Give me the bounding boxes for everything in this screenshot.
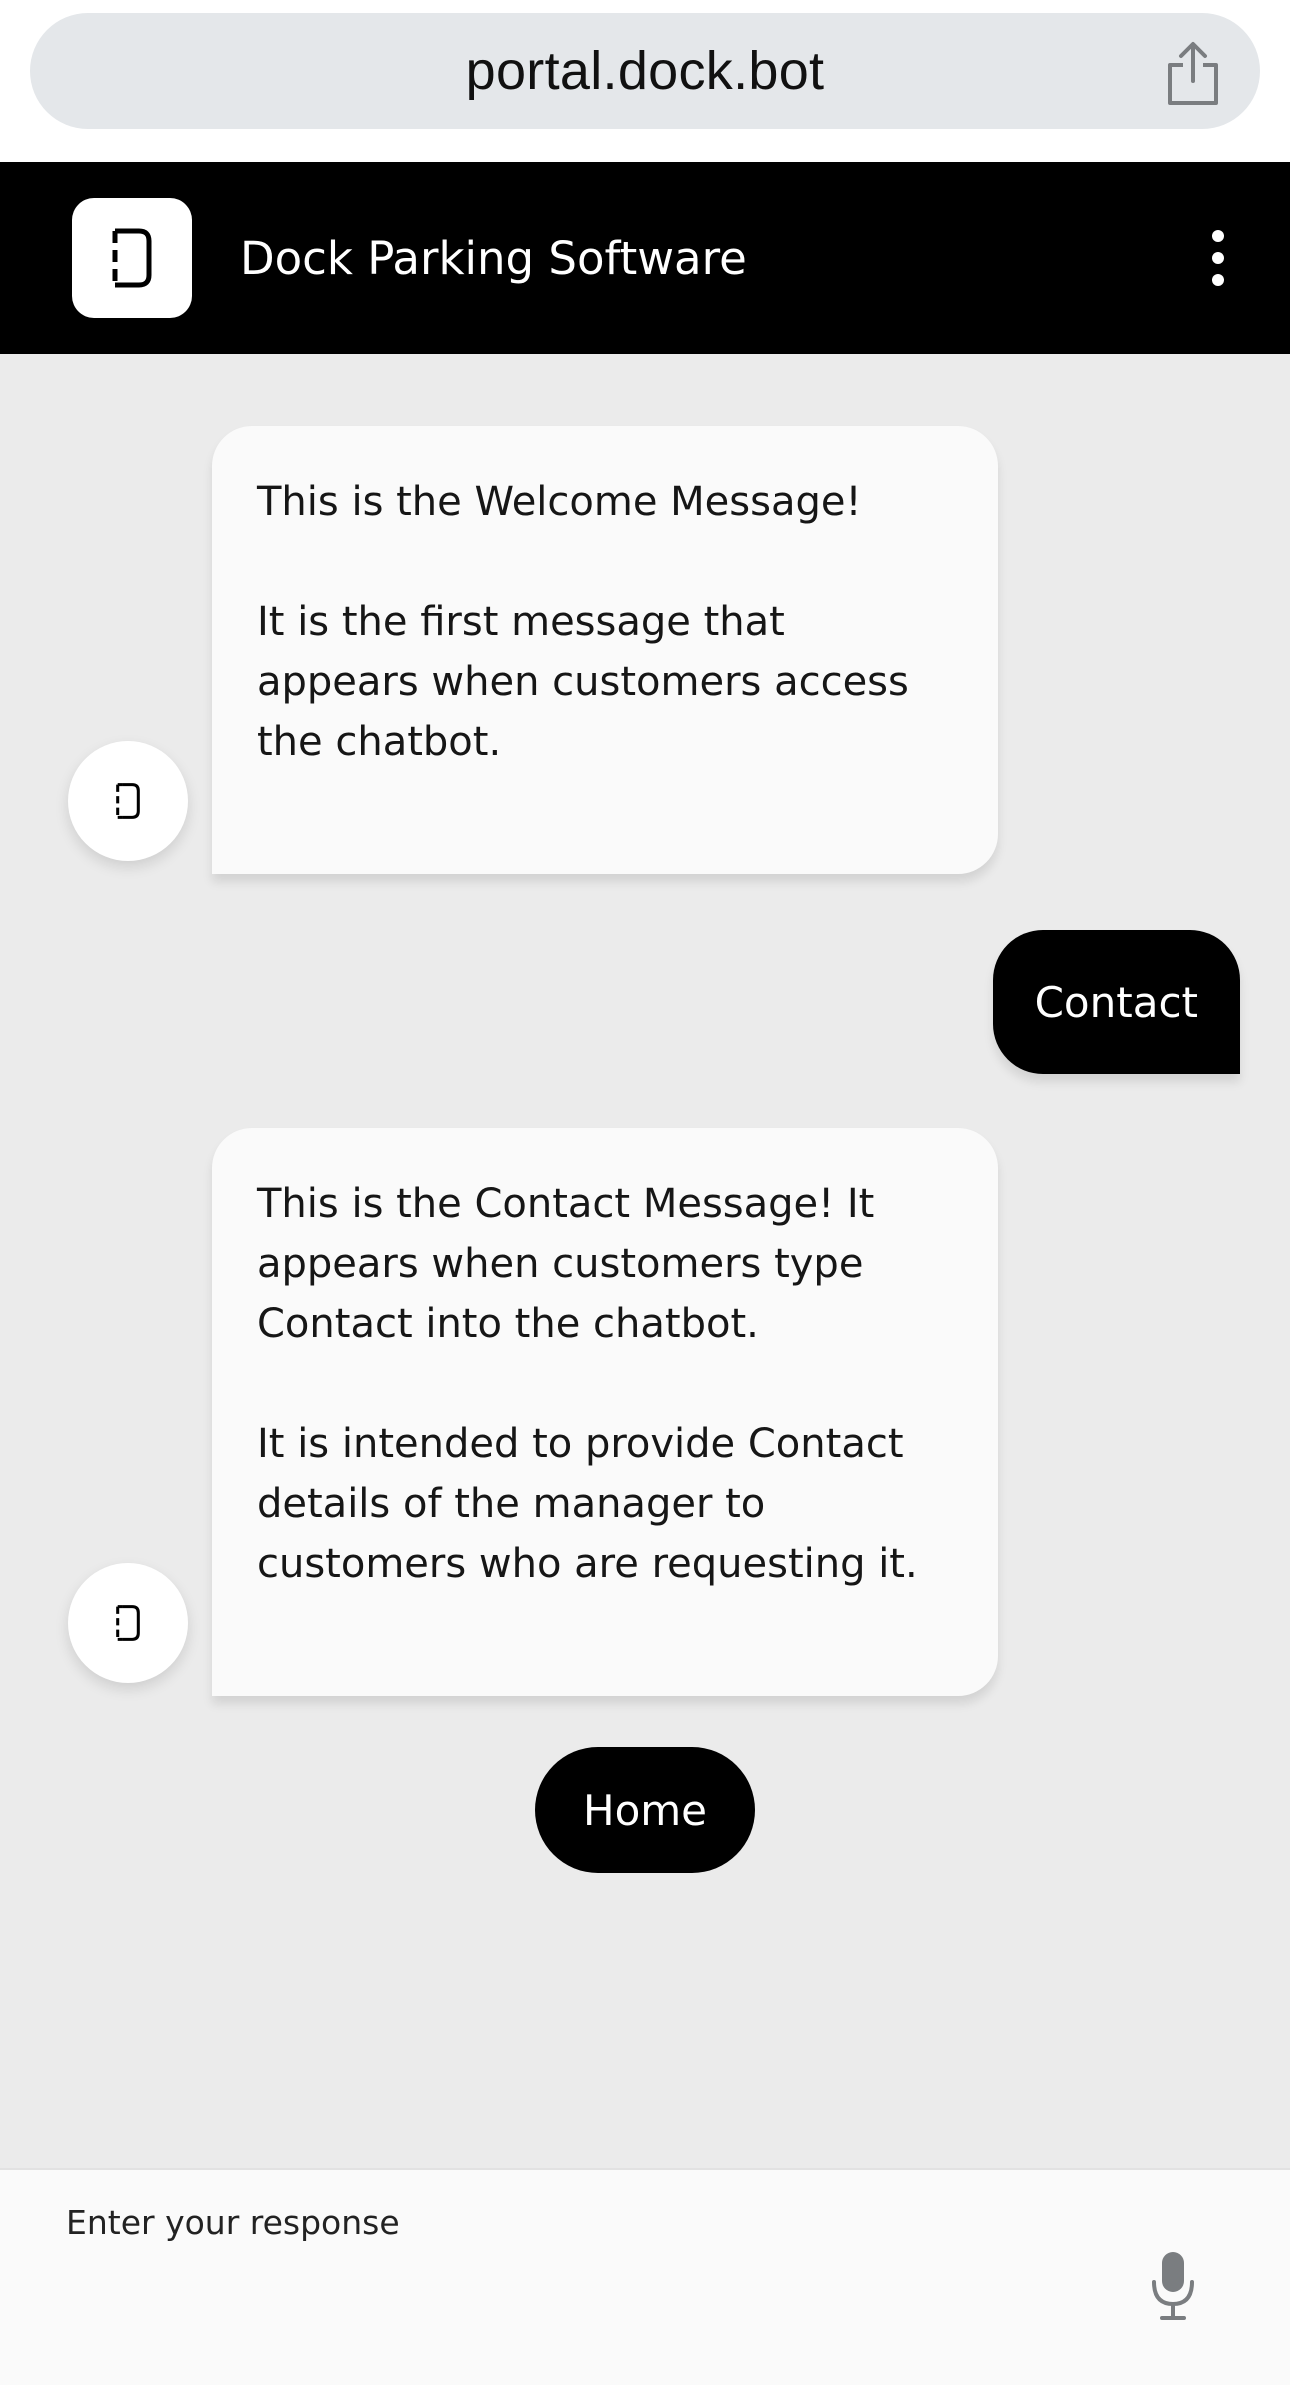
address-bar[interactable]: portal.dock.bot [30,13,1260,129]
share-icon[interactable] [1162,41,1224,107]
app-title: Dock Parking Software [240,231,747,285]
dock-logo-icon [116,783,140,819]
browser-bar: portal.dock.bot [0,0,1290,162]
dock-logo-icon [116,1605,140,1641]
bot-message: This is the Contact Message! It appears … [212,1128,998,1696]
kebab-menu-icon[interactable] [1200,230,1236,286]
user-message: Contact [992,930,1240,1074]
input-bar [0,2168,1290,2385]
bot-avatar [68,1563,188,1683]
home-quick-reply-button[interactable]: Home [535,1747,755,1873]
bot-message: This is the Welcome Message! It is the f… [212,426,998,874]
chat-area[interactable]: This is the Welcome Message! It is the f… [0,354,1290,2168]
response-input[interactable] [66,2192,1066,2252]
url-text: portal.dock.bot [465,41,825,101]
dock-logo-icon [72,198,192,318]
microphone-icon[interactable] [1150,2250,1196,2322]
bot-avatar [68,741,188,861]
app-header: Dock Parking Software [0,162,1290,354]
